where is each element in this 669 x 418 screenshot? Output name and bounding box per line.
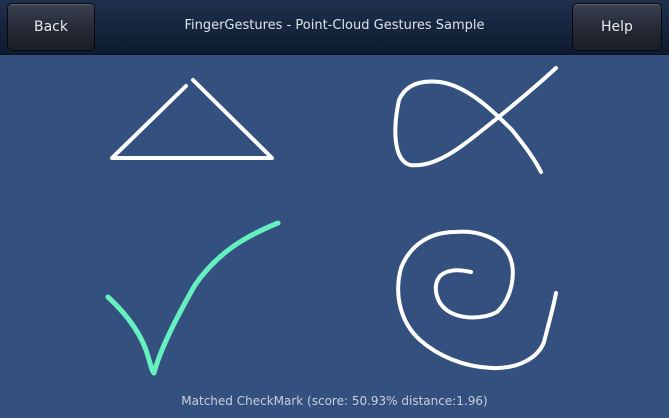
match-status: Matched CheckMark (score: 50.93% distanc… <box>181 394 488 408</box>
gesture-canvas[interactable] <box>0 55 669 394</box>
fish-gesture <box>393 66 558 174</box>
top-bar: Back FingerGestures - Point-Cloud Gestur… <box>0 0 669 55</box>
checkmark-gesture <box>105 220 281 376</box>
triangle-gesture <box>110 78 274 160</box>
help-button[interactable]: Help <box>572 3 662 51</box>
spiral-gesture <box>396 229 558 371</box>
page-title: FingerGestures - Point-Cloud Gestures Sa… <box>184 18 485 33</box>
back-button[interactable]: Back <box>7 3 95 51</box>
